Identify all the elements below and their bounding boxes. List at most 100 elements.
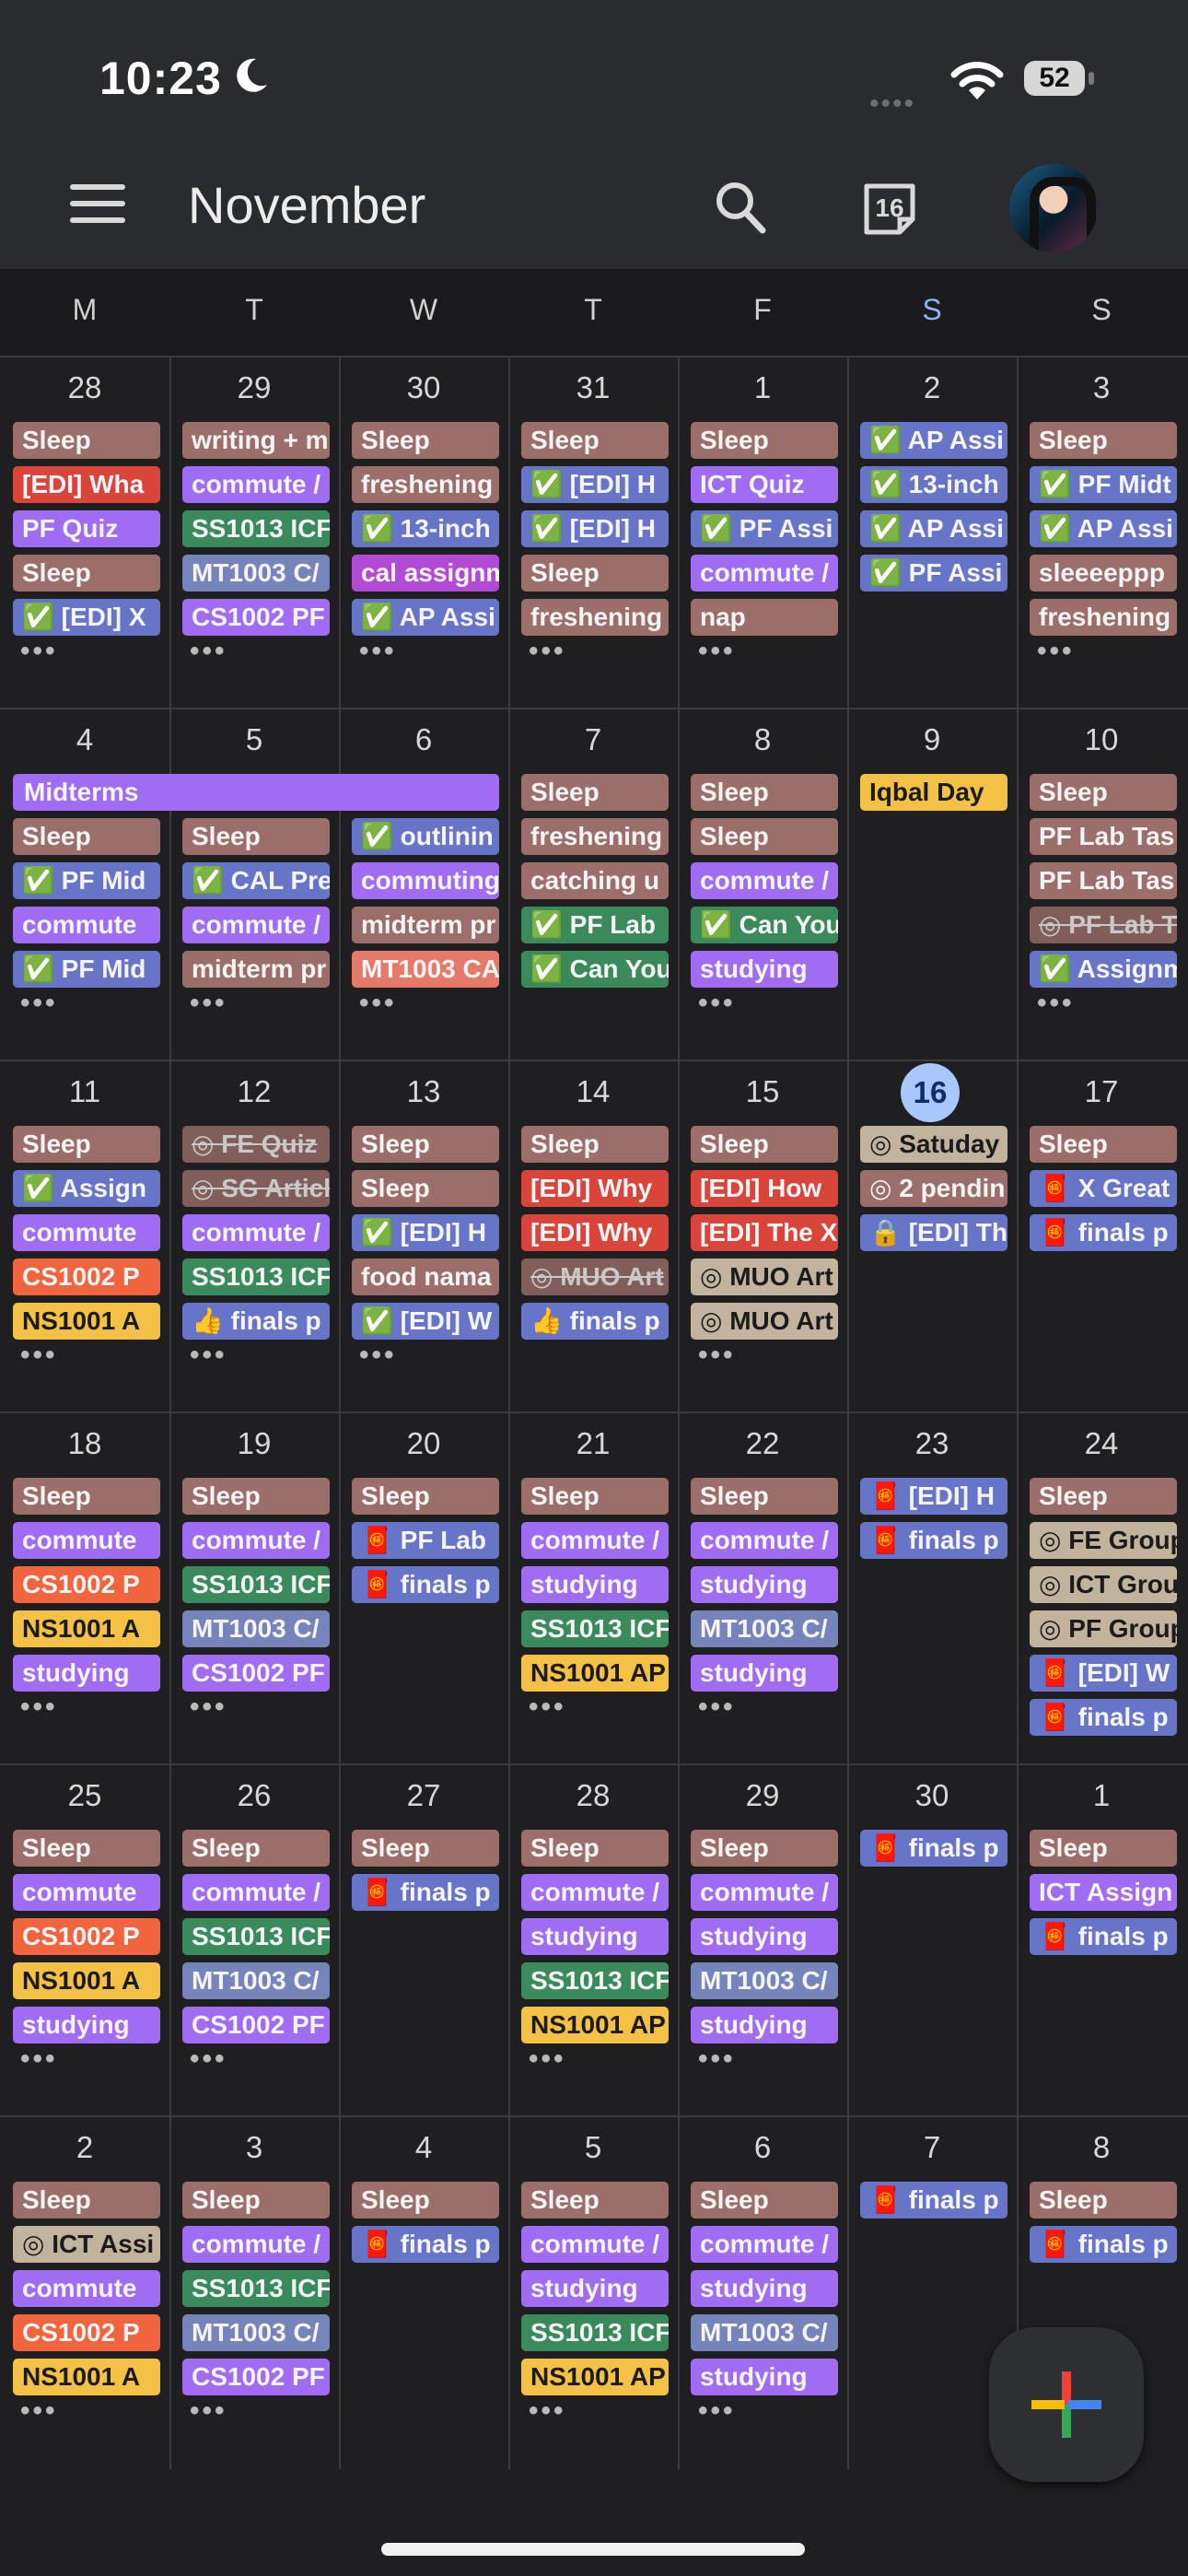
more-events-indicator[interactable]: ••• xyxy=(698,2043,736,2075)
event-chip[interactable]: commute / xyxy=(182,1874,330,1911)
event-chip[interactable]: CS1002 PF xyxy=(182,2007,330,2043)
day-cell[interactable]: 18 Sleep commute CS1002 P NS1001 A studying ••… xyxy=(0,1413,169,1765)
event-chip[interactable]: ✅ Assign xyxy=(13,1170,160,1207)
event-chip[interactable]: Sleep xyxy=(1030,1126,1177,1163)
event-chip[interactable]: commute / xyxy=(691,1874,838,1911)
date-number[interactable]: 12 xyxy=(169,1074,339,1109)
more-events-indicator[interactable]: ••• xyxy=(359,1340,397,1371)
event-chip[interactable]: studying xyxy=(521,2270,669,2307)
event-chip[interactable]: 🧧 [EDI] W xyxy=(1030,1655,1177,1692)
event-chip[interactable]: 🧧 finals p xyxy=(352,1566,499,1603)
date-number[interactable]: 5 xyxy=(169,722,339,757)
date-number[interactable]: 3 xyxy=(1017,370,1186,405)
day-cell[interactable]: 30 🧧 finals p xyxy=(847,1765,1017,2117)
event-chip[interactable]: ◎ SG Articl xyxy=(182,1170,330,1207)
event-chip[interactable]: Sleep xyxy=(521,2182,669,2219)
event-chip[interactable]: 🧧 finals p xyxy=(1030,1918,1177,1955)
event-chip[interactable]: studying xyxy=(13,2007,160,2043)
day-cell[interactable]: 20 Sleep 🧧 PF Lab 🧧 finals p xyxy=(339,1413,508,1765)
event-chip[interactable]: 🔒 [EDI] Th xyxy=(860,1214,1007,1251)
event-chip[interactable]: Sleep xyxy=(352,1126,499,1163)
event-chip[interactable]: ✅ PF Assi xyxy=(691,510,838,547)
event-chip[interactable]: midterm pr xyxy=(352,907,499,943)
day-cell[interactable]: 30 Sleep freshening ✅ 13-inch cal assignm ✅ A… xyxy=(339,357,508,709)
more-events-indicator[interactable]: ••• xyxy=(190,988,227,1019)
event-chip[interactable]: Sleep xyxy=(691,774,838,811)
more-events-indicator[interactable]: ••• xyxy=(1037,988,1075,1019)
day-cell[interactable]: 24 Sleep ◎ FE Group ◎ ICT Grou ◎ PF Group 🧧 [… xyxy=(1017,1413,1186,1765)
event-chip[interactable]: NS1001 A xyxy=(13,1962,160,1999)
event-chip[interactable]: cal assignm xyxy=(352,555,499,591)
date-number[interactable]: 5 xyxy=(508,2130,678,2165)
event-chip[interactable]: commute / xyxy=(691,2226,838,2263)
event-chip[interactable]: PF Quiz xyxy=(13,510,160,547)
event-chip[interactable]: Sleep xyxy=(182,818,330,855)
event-chip[interactable]: MT1003 C/ xyxy=(182,1962,330,1999)
event-chip[interactable]: ◎ ICT Grou xyxy=(1030,1566,1177,1603)
event-chip[interactable]: ✅ PF Mid xyxy=(13,951,160,988)
event-chip[interactable]: ✅ 13-inch xyxy=(860,466,1007,503)
day-cell[interactable]: 4 Sleep ✅ PF Mid commute ✅ PF Mid ••• xyxy=(0,709,169,1061)
date-number[interactable]: 22 xyxy=(678,1426,847,1461)
day-cell[interactable]: 19 Sleep commute / SS1013 ICF MT1003 C/CS100… xyxy=(169,1413,339,1765)
date-number[interactable]: 2 xyxy=(847,370,1017,405)
more-events-indicator[interactable]: ••• xyxy=(20,1340,58,1371)
event-chip[interactable]: Sleep xyxy=(521,1478,669,1515)
event-chip[interactable]: Sleep xyxy=(691,1478,838,1515)
day-cell[interactable]: 5 Sleep ✅ CAL Pre commute / midterm pr ••• xyxy=(169,709,339,1061)
event-chip[interactable]: ✅ PF Lab xyxy=(521,907,669,943)
day-cell[interactable]: 23 🧧 [EDI] H 🧧 finals p xyxy=(847,1413,1017,1765)
event-chip[interactable]: midterm pr xyxy=(182,951,330,988)
date-number[interactable]: 8 xyxy=(1017,2130,1186,2165)
event-chip[interactable]: freshening xyxy=(521,599,669,636)
date-number[interactable]: 18 xyxy=(0,1426,169,1461)
event-chip[interactable]: Sleep xyxy=(691,422,838,459)
date-number[interactable]: 13 xyxy=(339,1074,508,1109)
event-chip[interactable]: studying xyxy=(691,2007,838,2043)
more-events-indicator[interactable]: ••• xyxy=(698,988,736,1019)
event-chip[interactable]: commute xyxy=(13,1874,160,1911)
more-events-indicator[interactable]: ••• xyxy=(359,988,397,1019)
event-chip[interactable]: commute / xyxy=(691,1522,838,1559)
account-avatar[interactable] xyxy=(1009,164,1098,252)
event-chip[interactable]: ✅ PF Assi xyxy=(860,555,1007,591)
event-chip[interactable]: CS1002 P xyxy=(13,1259,160,1295)
event-chip[interactable]: CS1002 PF xyxy=(182,2359,330,2395)
day-cell[interactable]: 3 Sleep commute / SS1013 ICF MT1003 C/CS1002… xyxy=(169,2117,339,2469)
event-chip[interactable]: PF Lab Tas xyxy=(1030,818,1177,855)
more-events-indicator[interactable]: ••• xyxy=(190,2395,227,2427)
day-cell[interactable]: 17 Sleep 🧧 X Great 🧧 finals p xyxy=(1017,1061,1186,1413)
event-chip[interactable]: commute xyxy=(13,1522,160,1559)
more-events-indicator[interactable]: ••• xyxy=(529,636,566,667)
home-indicator[interactable] xyxy=(381,2543,805,2556)
more-events-indicator[interactable]: ••• xyxy=(698,636,736,667)
event-chip[interactable]: ◎ FE Quiz xyxy=(182,1126,330,1163)
event-chip[interactable]: commute xyxy=(13,2270,160,2307)
create-event-button[interactable] xyxy=(989,2327,1144,2482)
event-chip[interactable]: PF Lab Tas xyxy=(1030,862,1177,899)
event-chip[interactable]: NS1001 AP xyxy=(521,1655,669,1692)
event-chip[interactable]: 👍 finals p xyxy=(182,1303,330,1340)
event-chip[interactable]: ✅ AP Assi xyxy=(352,599,499,636)
event-chip[interactable]: studying xyxy=(13,1655,160,1692)
event-chip[interactable]: Sleep xyxy=(182,2182,330,2219)
date-number[interactable]: 24 xyxy=(1017,1426,1186,1461)
event-chip[interactable]: Sleep xyxy=(691,1830,838,1867)
event-chip[interactable]: NS1001 A xyxy=(13,2359,160,2395)
event-chip[interactable]: SS1013 ICF xyxy=(182,1566,330,1603)
day-cell[interactable]: 9 Iqbal Day xyxy=(847,709,1017,1061)
date-number[interactable]: 26 xyxy=(169,1778,339,1813)
day-cell[interactable]: 26 Sleep commute / SS1013 ICF MT1003 C/CS100… xyxy=(169,1765,339,2117)
event-chip[interactable]: studying xyxy=(691,1566,838,1603)
event-chip[interactable]: commuting xyxy=(352,862,499,899)
day-cell[interactable]: 4 Sleep 🧧 finals p xyxy=(339,2117,508,2469)
more-events-indicator[interactable]: ••• xyxy=(190,636,227,667)
event-chip[interactable]: MT1003 C/ xyxy=(691,2314,838,2351)
event-chip[interactable]: SS1013 ICF xyxy=(182,1259,330,1295)
event-chip[interactable]: sleeeeppp xyxy=(1030,555,1177,591)
date-number[interactable]: 10 xyxy=(1017,722,1186,757)
event-chip[interactable]: ✅ PF Mid xyxy=(13,862,160,899)
day-cell[interactable]: 3 Sleep ✅ PF Midt ✅ AP Assi sleeeeppp freshen… xyxy=(1017,357,1186,709)
event-chip[interactable]: Sleep xyxy=(13,555,160,591)
day-cell[interactable]: 21 Sleep commute / studying SS1013 ICF NS1001… xyxy=(508,1413,678,1765)
